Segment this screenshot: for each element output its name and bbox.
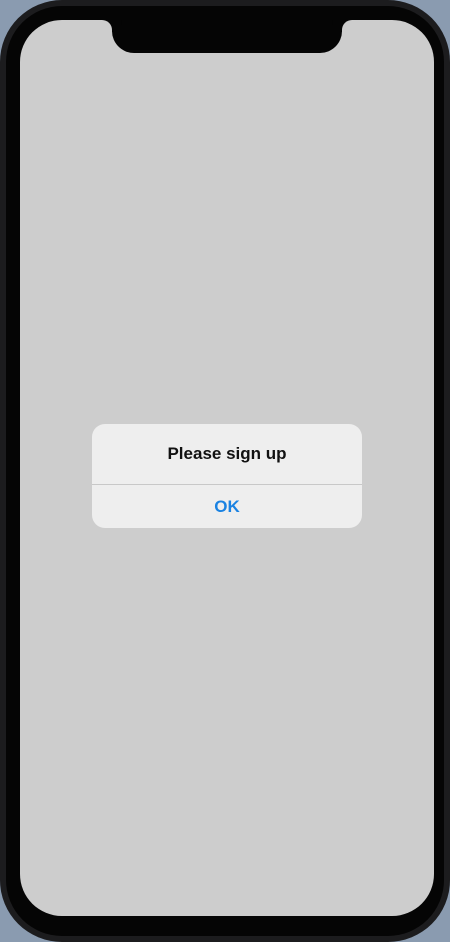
screen: Please sign up OK <box>20 20 434 916</box>
device-frame: Please sign up OK <box>0 0 450 942</box>
notch <box>112 20 342 53</box>
alert-dialog: Please sign up OK <box>92 424 362 528</box>
alert-title: Please sign up <box>167 444 287 463</box>
alert-body: Please sign up <box>92 424 362 484</box>
ok-button[interactable]: OK <box>92 485 362 528</box>
